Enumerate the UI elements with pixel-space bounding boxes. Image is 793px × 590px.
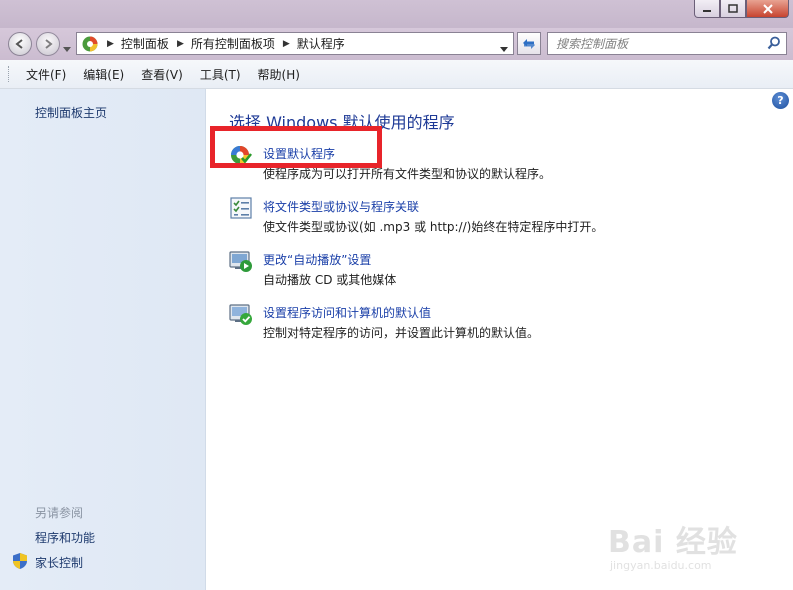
menu-grip [8,66,9,82]
watermark-url: jingyan.baidu.com [610,559,712,572]
menu-bar: 文件(F) 编辑(E) 查看(V) 工具(T) 帮助(H) [0,60,793,89]
search-icon[interactable] [767,36,781,50]
task-autoplay: 更改“自动播放”设置 自动播放 CD 或其他媒体 [229,249,789,293]
breadcrumb-default-programs[interactable]: 默认程序 [297,35,345,52]
sidebar-link-parental-controls[interactable]: 家长控制 [35,554,83,571]
refresh-button[interactable] [517,32,541,55]
minimize-button[interactable] [694,0,720,18]
watermark: Bai 经验 jingyan.baidu.com [608,517,788,587]
annotation-highlight-box [210,126,382,168]
back-button[interactable] [8,32,32,56]
close-button[interactable] [746,0,789,18]
menu-tools[interactable]: 工具(T) [191,66,249,83]
arrow-right-icon [45,39,53,49]
task-program-access: 设置程序访问和计算机的默认值 控制对特定程序的访问，并设置此计算机的默认值。 [229,302,789,346]
sidebar-control-panel-home[interactable]: 控制面板主页 [35,104,107,121]
search-box [547,32,787,55]
navigation-bar: ▶ 控制面板 ▶ 所有控制面板项 ▶ 默认程序 [0,28,793,60]
file-association-link[interactable]: 将文件类型或协议与程序关联 [263,198,419,215]
menu-file[interactable]: 文件(F) [17,66,74,83]
recent-pages-dropdown[interactable] [63,41,71,55]
file-association-icon [230,197,252,219]
forward-button[interactable] [36,32,60,56]
maximize-icon [728,4,738,13]
address-dropdown-button[interactable] [500,41,508,55]
breadcrumb: ▶ 控制面板 ▶ 所有控制面板项 ▶ 默认程序 [99,35,345,52]
program-access-icon [229,304,252,325]
sidebar-link-programs-features[interactable]: 程序和功能 [35,529,95,546]
help-icon[interactable]: ? [772,92,789,109]
menu-edit[interactable]: 编辑(E) [74,66,132,83]
arrow-left-icon [15,39,23,49]
autoplay-settings-link[interactable]: 更改“自动播放”设置 [263,251,371,268]
title-bar [0,0,793,30]
uac-shield-icon [13,553,27,569]
breadcrumb-arrow-icon[interactable]: ▶ [177,39,184,49]
task-description: 控制对特定程序的访问，并设置此计算机的默认值。 [263,326,540,340]
sidebar-see-also-heading: 另请参阅 [35,506,84,520]
breadcrumb-control-panel[interactable]: 控制面板 [121,35,169,52]
chevron-down-icon [500,47,508,52]
watermark-text: Bai 经验 [608,525,738,560]
breadcrumb-arrow-icon[interactable]: ▶ [107,39,114,49]
task-description: 自动播放 CD 或其他媒体 [263,273,397,287]
refresh-icon [523,38,535,49]
close-icon [762,3,773,14]
address-bar[interactable]: ▶ 控制面板 ▶ 所有控制面板项 ▶ 默认程序 [76,32,514,55]
window-controls [694,0,789,18]
task-description: 使文件类型或协议(如 .mp3 或 http://)始终在特定程序中打开。 [263,220,604,234]
chevron-down-icon [63,47,71,52]
minimize-icon [703,9,711,12]
program-access-defaults-link[interactable]: 设置程序访问和计算机的默认值 [263,304,431,321]
sidebar: 控制面板主页 另请参阅 程序和功能 家长控制 [0,89,206,590]
maximize-button[interactable] [720,0,746,18]
breadcrumb-arrow-icon[interactable]: ▶ [283,39,290,49]
search-input[interactable] [548,33,758,54]
breadcrumb-all-items[interactable]: 所有控制面板项 [191,35,275,52]
menu-help[interactable]: 帮助(H) [249,66,308,83]
autoplay-icon [229,251,252,272]
task-file-association: 将文件类型或协议与程序关联 使文件类型或协议(如 .mp3 或 http://)… [229,196,789,240]
menu-view[interactable]: 查看(V) [132,66,191,83]
control-panel-icon [82,36,98,51]
